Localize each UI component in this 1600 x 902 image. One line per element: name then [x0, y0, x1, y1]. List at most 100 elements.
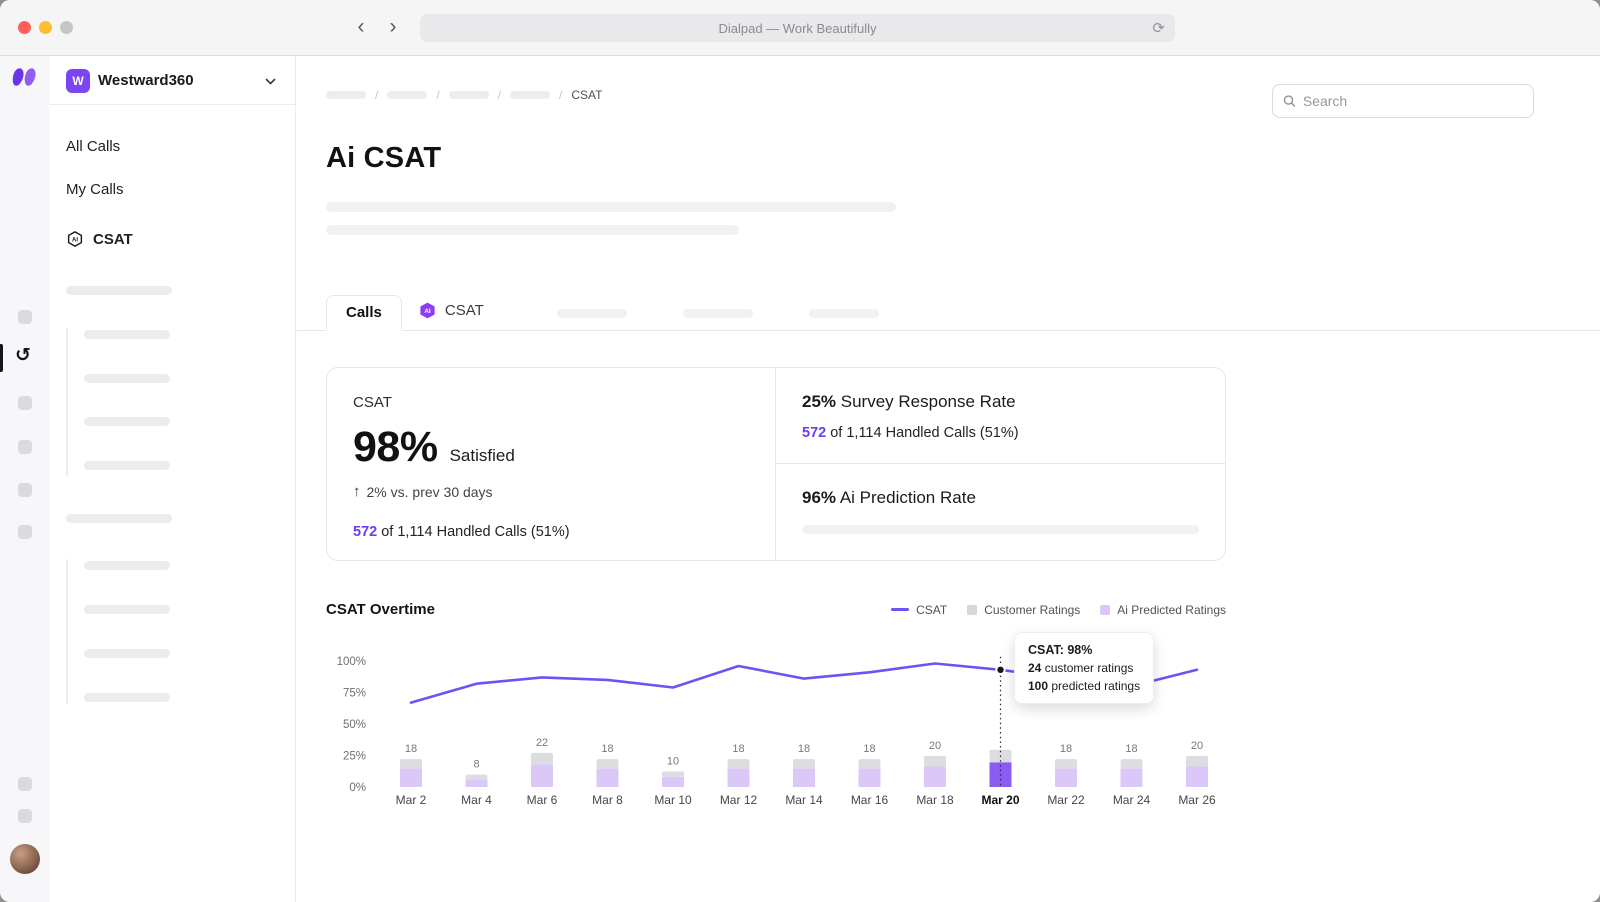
- svg-text:25%: 25%: [343, 751, 366, 763]
- chevron-down-icon: [264, 75, 277, 88]
- sidebar-item-label: CSAT: [93, 231, 133, 248]
- workspace-avatar: W: [66, 69, 90, 93]
- search-icon: [1283, 94, 1296, 108]
- svg-text:Mar 8: Mar 8: [592, 793, 623, 807]
- window-controls: [18, 21, 73, 34]
- csat-qualifier: Satisfied: [450, 446, 515, 466]
- skeleton-bar: [66, 514, 172, 523]
- history-icon[interactable]: ↺: [15, 346, 31, 365]
- search-input[interactable]: [1303, 93, 1523, 109]
- svg-text:Mar 14: Mar 14: [785, 793, 823, 807]
- tab-csat[interactable]: AI CSAT: [402, 293, 500, 331]
- rail-icon-placeholder[interactable]: [18, 440, 32, 454]
- reload-icon[interactable]: ⟳: [1152, 19, 1165, 37]
- square-swatch-icon: [1100, 605, 1110, 615]
- rail-icon-placeholder[interactable]: [18, 396, 32, 410]
- skeleton-line: [802, 525, 1199, 534]
- address-bar[interactable]: Dialpad — Work Beautifully ⟳: [420, 14, 1175, 42]
- chart-title: CSAT Overtime: [326, 601, 435, 618]
- sidebar-item-my-calls[interactable]: My Calls: [66, 181, 124, 198]
- rail-icon-placeholder[interactable]: [18, 310, 32, 324]
- rail-active-indicator: [0, 344, 3, 372]
- close-window-button[interactable]: [18, 21, 31, 34]
- csat-value: 98%: [353, 423, 438, 472]
- rail-icon-placeholder[interactable]: [18, 809, 32, 823]
- workspace-switcher[interactable]: W Westward360: [50, 56, 295, 105]
- legend-item-csat: CSAT: [891, 603, 947, 617]
- page-title-text: Dialpad — Work Beautifully: [719, 21, 877, 36]
- arrow-up-icon: ↑: [353, 483, 361, 500]
- svg-text:Mar 24: Mar 24: [1113, 793, 1151, 807]
- line-swatch-icon: [891, 608, 909, 611]
- svg-text:AI: AI: [424, 308, 431, 315]
- survey-response-card: 25% Survey Response Rate 572 of 1,114 Ha…: [776, 368, 1225, 464]
- svg-text:18: 18: [732, 743, 744, 755]
- skeleton-bar: [84, 561, 170, 570]
- svg-text:18: 18: [601, 743, 613, 755]
- svg-text:Mar 16: Mar 16: [851, 793, 889, 807]
- rail-icon-placeholder[interactable]: [18, 777, 32, 791]
- survey-response-title: 25% Survey Response Rate: [802, 392, 1199, 412]
- svg-text:AI: AI: [72, 237, 78, 243]
- skeleton-line: [326, 225, 739, 235]
- forward-button[interactable]: ›: [380, 13, 406, 41]
- breadcrumb: / / / / CSAT: [326, 88, 603, 102]
- tooltip-row: 100 predicted ratings: [1028, 678, 1140, 695]
- ai-hexagon-icon: AI: [418, 301, 437, 320]
- svg-text:Mar 20: Mar 20: [981, 793, 1019, 807]
- sidebar-item-csat[interactable]: AI CSAT: [66, 230, 133, 248]
- search-box[interactable]: [1272, 84, 1534, 118]
- skeleton-bar: [84, 693, 170, 702]
- svg-text:20: 20: [929, 740, 941, 752]
- page-title: Ai CSAT: [326, 142, 441, 175]
- skeleton-line: [326, 202, 896, 212]
- sidebar-item-all-calls[interactable]: All Calls: [66, 138, 120, 155]
- skeleton-bar: [84, 330, 170, 339]
- svg-text:Mar 26: Mar 26: [1178, 793, 1216, 807]
- square-swatch-icon: [967, 605, 977, 615]
- csat-label: CSAT: [353, 394, 749, 411]
- csat-stat-card: CSAT 98% Satisfied ↑ 2% vs. prev 30 days…: [327, 368, 776, 560]
- svg-text:Mar 18: Mar 18: [916, 793, 954, 807]
- skeleton-bar: [84, 374, 170, 383]
- dialpad-logo-icon: [12, 68, 39, 90]
- legend-item-customer-ratings: Customer Ratings: [967, 603, 1080, 617]
- svg-text:Mar 22: Mar 22: [1047, 793, 1085, 807]
- svg-text:10: 10: [667, 756, 679, 768]
- breadcrumb-skeleton: [510, 91, 550, 99]
- ai-hexagon-icon: AI: [66, 230, 84, 248]
- browser-chrome: ‹ › Dialpad — Work Beautifully ⟳: [0, 0, 1600, 56]
- svg-text:22: 22: [536, 737, 548, 749]
- svg-text:Mar 2: Mar 2: [396, 793, 427, 807]
- svg-text:Mar 10: Mar 10: [654, 793, 692, 807]
- breadcrumb-skeleton: [326, 91, 366, 99]
- back-button[interactable]: ‹: [348, 13, 374, 41]
- tooltip-row: 24 customer ratings: [1028, 660, 1140, 677]
- tab-calls[interactable]: Calls: [326, 295, 402, 331]
- minimize-window-button[interactable]: [39, 21, 52, 34]
- sidebar: W Westward360 All Calls My Calls AI CSAT: [50, 56, 296, 902]
- app-window: ‹ › Dialpad — Work Beautifully ⟳ ↺ W Wes…: [0, 0, 1600, 902]
- skeleton-bar: [84, 461, 170, 470]
- svg-text:18: 18: [798, 743, 810, 755]
- svg-text:18: 18: [1125, 743, 1137, 755]
- user-avatar[interactable]: [10, 844, 40, 874]
- breadcrumb-current: CSAT: [571, 88, 602, 102]
- breadcrumb-skeleton: [387, 91, 427, 99]
- main-content: / / / / CSAT Ai CSAT Calls AI CSAT: [297, 56, 1600, 902]
- rail-icon-placeholder[interactable]: [18, 525, 32, 539]
- svg-text:18: 18: [863, 743, 875, 755]
- workspace-name: Westward360: [98, 72, 194, 89]
- csat-overtime-chart[interactable]: 0%25%50%75%100%18Mar 28Mar 422Mar 618Mar…: [326, 640, 1226, 820]
- app-rail: ↺: [0, 56, 50, 902]
- svg-text:100%: 100%: [337, 656, 366, 668]
- zoom-window-button[interactable]: [60, 21, 73, 34]
- svg-text:0%: 0%: [349, 782, 366, 794]
- csat-trend: ↑ 2% vs. prev 30 days: [353, 483, 749, 500]
- svg-text:8: 8: [473, 759, 479, 771]
- skeleton-tree-line: [66, 328, 68, 476]
- svg-text:20: 20: [1191, 740, 1203, 752]
- svg-text:Mar 12: Mar 12: [720, 793, 758, 807]
- tab-bar: Calls AI CSAT: [297, 296, 1600, 331]
- rail-icon-placeholder[interactable]: [18, 483, 32, 497]
